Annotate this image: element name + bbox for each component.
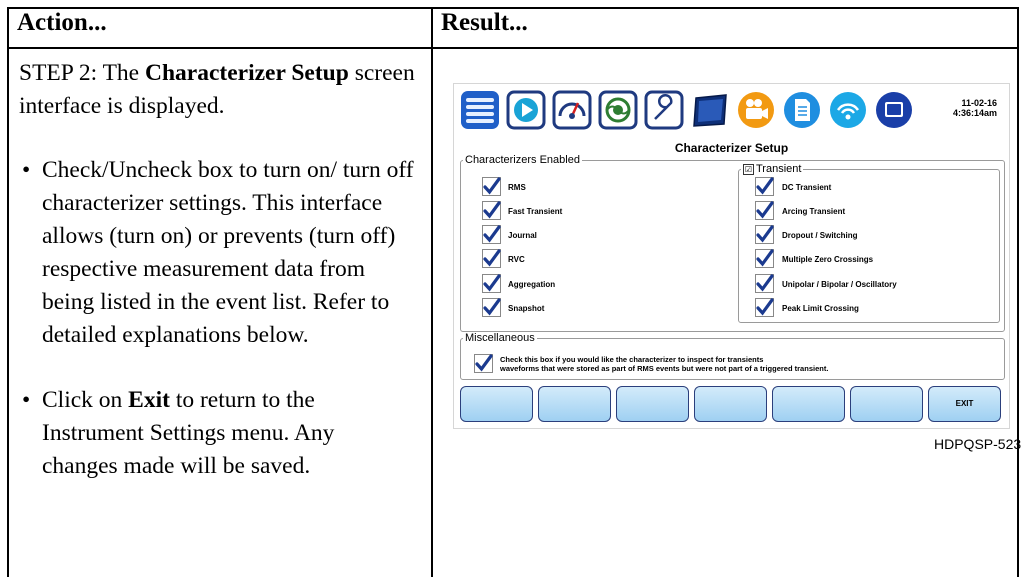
scope-icon[interactable] [598, 90, 638, 130]
unipolar-bipolar-oscillatory-checkbox[interactable] [755, 274, 774, 293]
dropout-switching-label: Dropout / Switching [782, 231, 858, 240]
rvc-label: RVC [508, 255, 525, 264]
menu-icon[interactable] [460, 90, 500, 130]
rms-label: RMS [508, 183, 526, 192]
transient-legend: Transient [756, 163, 802, 175]
dc-transient-checkbox[interactable] [755, 177, 774, 196]
transient-group: ☑ Transient [738, 163, 1000, 323]
arcing-transient-checkbox[interactable] [755, 201, 774, 220]
rms-checkbox[interactable] [482, 177, 501, 196]
peak-limit-crossing-checkbox[interactable] [755, 298, 774, 317]
softkey-4[interactable] [694, 386, 767, 422]
exit-button[interactable]: EXIT [928, 386, 1001, 422]
play-icon[interactable] [506, 90, 546, 130]
unipolar-bipolar-oscillatory-label: Unipolar / Bipolar / Oscillatory [782, 280, 897, 289]
aggregation-label: Aggregation [508, 280, 556, 289]
date-time: 11-02-16 4:36:14am [952, 98, 997, 118]
fast-transient-label: Fast Transient [508, 207, 563, 216]
action-header: Action... [7, 7, 433, 49]
multiple-zero-crossings-checkbox[interactable] [755, 249, 774, 268]
monitor-icon[interactable] [690, 90, 730, 130]
characterizers-enabled-legend: Characterizers Enabled [465, 154, 580, 166]
softkey-6[interactable] [850, 386, 923, 422]
meter-icon[interactable] [552, 90, 592, 130]
miscellaneous-legend: Miscellaneous [465, 332, 535, 344]
peak-limit-crossing-label: Peak Limit Crossing [782, 304, 859, 313]
snapshot-label: Snapshot [508, 304, 545, 313]
softkey-1[interactable] [460, 386, 533, 422]
display-icon[interactable] [874, 90, 914, 130]
softkey-5[interactable] [772, 386, 845, 422]
fast-transient-checkbox[interactable] [482, 201, 501, 220]
multiple-zero-crossings-label: Multiple Zero Crossings [782, 255, 874, 264]
step-text: STEP 2: The Characterizer Setup screen i… [19, 60, 415, 119]
transient-checkbox[interactable]: ☑ [743, 163, 754, 175]
figure-caption: HDPQSP-523 [934, 436, 1022, 452]
softkey-bar: EXIT [458, 384, 1005, 424]
snapshot-checkbox[interactable] [482, 298, 501, 317]
screen-title: Characterizer Setup [674, 141, 789, 155]
wrench-icon[interactable] [644, 90, 684, 130]
wireless-icon[interactable] [828, 90, 868, 130]
rms-transient-inspect-checkbox[interactable] [474, 354, 493, 373]
action-cell: STEP 2: The Characterizer Setup screen i… [7, 47, 433, 577]
aggregation-checkbox[interactable] [482, 274, 501, 293]
arcing-transient-label: Arcing Transient [782, 207, 846, 216]
dc-transient-label: DC Transient [782, 183, 832, 192]
rvc-checkbox[interactable] [482, 249, 501, 268]
top-icon-bar: 11-02-16 4:36:14am [458, 87, 1005, 133]
bullet-check-uncheck: • Check/Uncheck box to turn on/ turn off … [22, 157, 414, 348]
bullet-exit: • Click on Exit to return to the Instrume… [22, 387, 335, 479]
miscellaneous-description: Check this box if you would like the cha… [500, 355, 829, 373]
dropout-switching-checkbox[interactable] [755, 225, 774, 244]
softkey-3[interactable] [616, 386, 689, 422]
camera-icon[interactable] [736, 90, 776, 130]
result-header: Result... [431, 7, 1019, 49]
journal-checkbox[interactable] [482, 225, 501, 244]
softkey-2[interactable] [538, 386, 611, 422]
characterizer-setup-screenshot: 11-02-16 4:36:14am Characterizer Setup C… [453, 83, 1010, 429]
document-icon[interactable] [782, 90, 822, 130]
journal-label: Journal [508, 231, 537, 240]
